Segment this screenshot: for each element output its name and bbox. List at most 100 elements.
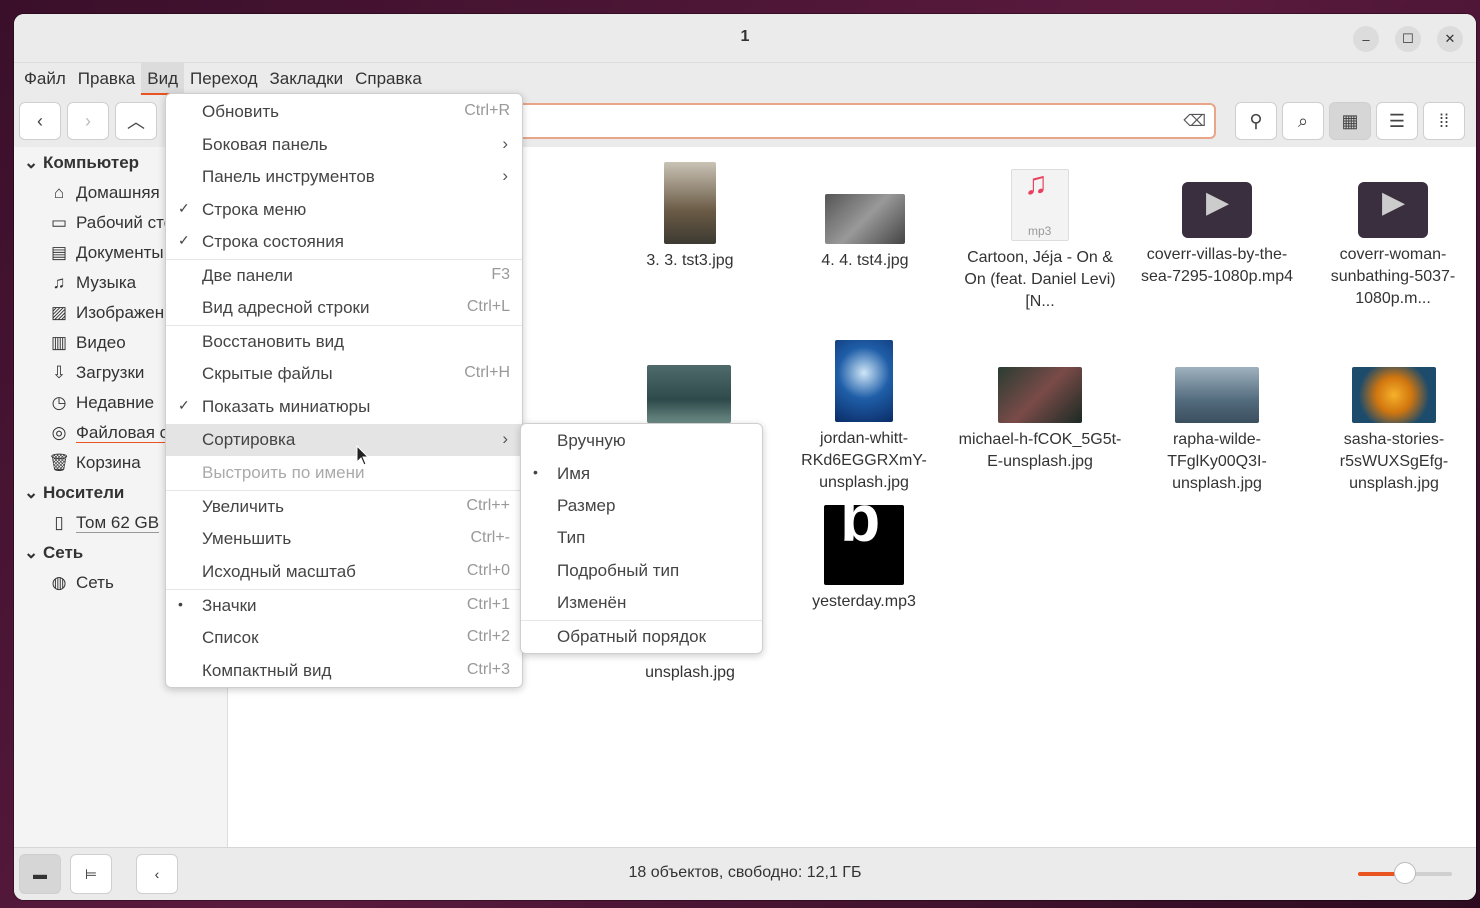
icon-view-button[interactable]: ▦ [1329,102,1371,140]
view-menu-item[interactable]: ✓ Строка меню [166,194,522,226]
menu-item-accelerator: Ctrl+R [464,102,510,119]
back-button[interactable]: ‹ [19,102,61,140]
menu-item-label: Выстроить по имени [202,463,365,482]
chevron-right-icon: › [502,134,508,153]
view-menu-item[interactable]: Восстановить вид [166,326,522,358]
file-name: unsplash.jpg [645,664,735,681]
view-menu-item[interactable]: ✓ Показать миниатюры [166,391,522,423]
downloads-icon: ⇩ [51,363,67,382]
view-menu-item[interactable]: Сортировка › [166,424,522,456]
file-item[interactable]: ♫ mp3 Cartoon, Jéja - On & On (feat. Dan… [955,167,1125,313]
menu-item-label: Увеличить [202,497,284,516]
file-item[interactable]: 3. 3. tst3.jpg [605,162,775,272]
image-thumbnail [1175,367,1259,423]
recent-icon: ◷ [51,393,67,412]
menu-item-accelerator: Ctrl+3 [466,661,510,678]
menu-item-label: Изменён [557,593,627,612]
file-item[interactable]: ▶ coverr-woman-sunbathing-5037-1080p.m..… [1308,182,1476,310]
file-item[interactable]: 4. 4. tst4.jpg [780,194,950,272]
view-menu-item[interactable]: Уменьшить Ctrl+- [166,523,522,555]
view-menu-item[interactable]: Две панели F3 [166,260,522,292]
view-menu-item[interactable]: Панель инструментов › [166,161,522,193]
view-menu-item[interactable]: Обновить Ctrl+R [166,96,522,128]
chevron-left-icon: ‹ [37,110,43,131]
zoom-slider-handle[interactable] [1394,862,1416,884]
menu-bookmarks[interactable]: Закладки [264,63,350,95]
music-file-icon: ♫ mp3 [1011,167,1069,241]
chevron-right-icon: › [502,166,508,185]
sort-menu-item[interactable]: Размер [521,490,762,522]
sort-menu-item[interactable]: Тип [521,522,762,554]
section-title: Сеть [42,543,84,562]
view-menu-item[interactable]: • Значки Ctrl+1 [166,590,522,622]
image-thumbnail [647,365,731,423]
file-name: 3. 3. tst3.jpg [646,252,734,269]
compact-view-button[interactable]: ⁞⁞ [1423,102,1465,140]
titlebar: 1 – ☐ ✕ [14,14,1476,63]
menu-edit[interactable]: Правка [72,63,141,95]
menu-file[interactable]: Файл [18,63,72,95]
menu-item-label: Строка состояния [202,232,344,251]
view-menu-item: Выстроить по имени [166,457,522,489]
view-menu-item[interactable]: Исходный масштаб Ctrl+0 [166,556,522,588]
close-button[interactable]: ✕ [1437,26,1463,52]
home-icon: ⌂ [53,183,65,202]
file-item[interactable]: b yesterday.mp3 [779,485,949,613]
menu-go[interactable]: Переход [184,63,264,95]
sidebar-section-devices[interactable]: ⌄ Носители [24,483,124,503]
sidebar-section-network[interactable]: ⌄ Сеть [24,543,83,563]
location-entry[interactable]: ⌫ [514,103,1216,139]
clear-icon[interactable]: ⌫ [1183,111,1206,131]
image-thumbnail [825,194,905,244]
pictures-icon: ▨ [50,303,68,322]
menu-item-label: Исходный масштаб [202,562,356,581]
menu-item-accelerator: Ctrl+- [470,529,510,546]
up-button[interactable]: ︿ [115,102,157,140]
menu-help[interactable]: Справка [349,63,428,95]
chevron-right-icon: › [502,429,508,448]
file-item[interactable]: michael-h-fCOK_5G5t-E-unsplash.jpg [955,367,1125,473]
section-title: Носители [42,483,125,502]
sort-menu-item[interactable]: Изменён [521,587,762,619]
view-menu-item[interactable]: Вид адресной строки Ctrl+L [166,292,522,324]
file-name: Cartoon, Jéja - On & On (feat. Daniel Le… [964,249,1116,310]
maximize-button[interactable]: ☐ [1395,26,1421,52]
sidebar-item-label: Том 62 GB [76,513,160,533]
menu-item-accelerator: Ctrl+L [466,298,510,315]
sort-menu-item[interactable]: Подробный тип [521,555,762,587]
list-icon: ☰ [1388,110,1406,131]
list-view-button[interactable]: ☰ [1376,102,1418,140]
sort-menu-item[interactable]: • Имя [521,458,762,490]
file-item[interactable]: rapha-wilde-TFglKy00Q3I-unsplash.jpg [1132,367,1302,495]
view-menu-item[interactable]: ✓ Строка состояния [166,226,522,258]
file-item[interactable]: jordan-whitt-RKd6EGGRXmY-unsplash.jpg [779,340,949,494]
forward-button[interactable]: › [67,102,109,140]
menu-item-label: Обновить [202,102,279,121]
file-item[interactable]: unsplash.jpg [605,662,775,684]
sort-menu-item[interactable]: Обратный порядок [521,621,762,653]
filesystem-icon: ◎ [51,423,67,442]
view-menu-item[interactable]: Боковая панель › [166,129,522,161]
grid-icon: ▦ [1341,110,1359,131]
radio-dot-icon: • [178,596,183,612]
view-menu-item[interactable]: Скрытые файлы Ctrl+H [166,358,522,390]
sort-menu-item[interactable]: Вручную [521,425,762,457]
view-menu-item[interactable]: Увеличить Ctrl++ [166,491,522,523]
sidebar-section-computer[interactable]: ⌄ Компьютер [24,153,139,173]
search-button[interactable]: ⌕ [1282,102,1324,140]
menubar: Файл Правка Вид Переход Закладки Справка [14,63,1476,95]
image-thumbnail [664,162,716,244]
zoom-slider[interactable] [1358,862,1452,884]
statusbar: ▬ ⊨ ‹ 18 объектов, свободно: 12,1 ГБ [14,847,1476,900]
file-item[interactable]: ▶ coverr-villas-by-the-sea-7295-1080p.mp… [1132,182,1302,288]
view-menu-item[interactable]: Компактный вид Ctrl+3 [166,655,522,687]
radio-dot-icon: • [533,464,538,480]
minimize-button[interactable]: – [1353,26,1379,52]
sidebar-item-label: Видео [76,333,126,352]
file-item[interactable]: sasha-stories-r5sWUXSgEfg-unsplash.jpg [1309,367,1476,495]
menu-item-label: Вид адресной строки [202,298,370,317]
view-menu-item[interactable]: Список Ctrl+2 [166,622,522,654]
menu-item-accelerator: F3 [491,266,510,283]
menu-view[interactable]: Вид [141,63,184,95]
location-button[interactable]: ⚲ [1235,102,1277,140]
